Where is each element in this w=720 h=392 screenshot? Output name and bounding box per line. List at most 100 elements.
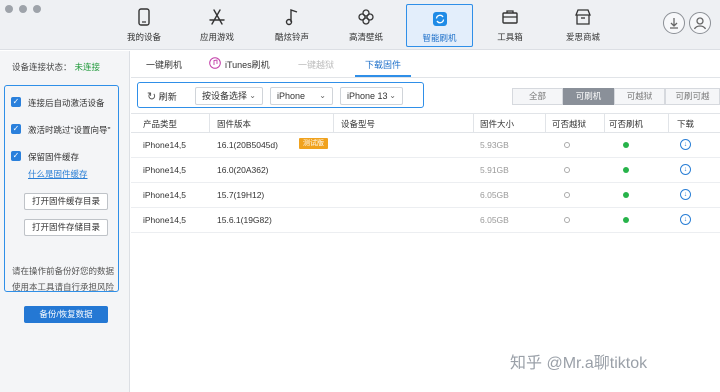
jailbreak-unavailable-indicator bbox=[564, 192, 570, 198]
warning-text: 请在操作前备份好您的数据 bbox=[12, 266, 115, 276]
window-close-button[interactable] bbox=[5, 5, 13, 13]
backup-restore-button[interactable]: 备份/恢复数据 bbox=[24, 306, 108, 323]
column-divider bbox=[209, 114, 210, 132]
tab-itunes-flash[interactable]: iTunes刷机 bbox=[225, 58, 270, 71]
download-manager-button[interactable] bbox=[663, 12, 685, 34]
refresh-icon: ↻ bbox=[147, 91, 157, 103]
open-cache-dir-button[interactable]: 打开固件缓存目录 bbox=[24, 193, 108, 210]
product-type: iPhone14,5 bbox=[143, 215, 187, 225]
nav-label: 高清壁纸 bbox=[348, 32, 383, 42]
col-device-model[interactable]: 设备型号 bbox=[341, 118, 375, 130]
column-divider bbox=[604, 114, 605, 132]
flash-available-indicator bbox=[623, 142, 629, 148]
jailbreak-unavailable-indicator bbox=[564, 217, 570, 223]
nav-label: 智能刷机 bbox=[422, 33, 457, 43]
col-firmware-version[interactable]: 固件版本 bbox=[217, 118, 251, 130]
nav-label: 应用游戏 bbox=[199, 32, 234, 42]
skip-setup-label: 激活时跳过"设置向导" bbox=[28, 125, 111, 135]
top-toolbar: 我的设备 应用游戏 酷炫铃声 高清壁纸 智能刷机 工具箱 爱思商城 bbox=[0, 0, 720, 50]
watermark: 知乎 @Mr.a聊tiktok bbox=[510, 355, 648, 372]
download-icon[interactable]: ↓ bbox=[680, 139, 691, 150]
firmware-size: 5.91GB bbox=[480, 165, 509, 175]
firmware-size: 6.05GB bbox=[480, 215, 509, 225]
firmware-size: 5.93GB bbox=[480, 140, 509, 150]
nav-my-device[interactable]: 我的设备 bbox=[113, 0, 175, 50]
nav-label: 我的设备 bbox=[126, 32, 161, 42]
product-type: iPhone14,5 bbox=[143, 190, 187, 200]
nav-smart-flash[interactable]: 智能刷机 bbox=[406, 4, 473, 47]
store-icon bbox=[575, 9, 591, 25]
jailbreak-unavailable-indicator bbox=[564, 142, 570, 148]
col-product-type[interactable]: 产品类型 bbox=[143, 118, 177, 130]
auto-activate-label: 连接后自动激活设备 bbox=[28, 98, 105, 108]
chevron-down-icon: ⌄ bbox=[249, 91, 256, 100]
download-icon[interactable]: ↓ bbox=[680, 164, 691, 175]
col-jailbreakable[interactable]: 可否越狱 bbox=[552, 118, 586, 130]
skip-setup-checkbox[interactable]: ✓ bbox=[11, 124, 21, 134]
flash-available-indicator bbox=[623, 167, 629, 173]
filter-both[interactable]: 可刷可越 bbox=[665, 88, 720, 105]
flash-available-indicator bbox=[623, 192, 629, 198]
column-divider bbox=[668, 114, 669, 132]
cache-info-link[interactable]: 什么是固件缓存 bbox=[28, 168, 88, 180]
toolbox-icon bbox=[502, 10, 518, 24]
product-type: iPhone14,5 bbox=[143, 140, 187, 150]
firmware-version: 16.1(20B5045d) bbox=[217, 140, 278, 150]
nav-toolbox[interactable]: 工具箱 bbox=[479, 0, 541, 50]
download-icon[interactable]: ↓ bbox=[680, 189, 691, 200]
active-tab-underline bbox=[355, 75, 411, 77]
tab-download-firmware[interactable]: 下载固件 bbox=[365, 58, 401, 71]
download-icon[interactable]: ↓ bbox=[680, 214, 691, 225]
nav-store[interactable]: 爱思商城 bbox=[552, 0, 614, 50]
chevron-down-icon: ⌄ bbox=[389, 91, 396, 100]
filter-jailbreakable[interactable]: 可越狱 bbox=[614, 88, 665, 105]
keep-cache-label: 保留固件缓存 bbox=[28, 152, 80, 162]
keep-cache-checkbox[interactable]: ✓ bbox=[11, 151, 21, 161]
status-value: 未连接 bbox=[74, 62, 101, 72]
device-select-dropdown[interactable]: 按设备选择 ⌄ bbox=[195, 87, 263, 105]
nav-label: 酷炫铃声 bbox=[274, 32, 309, 42]
flower-icon bbox=[358, 9, 374, 25]
jailbreak-unavailable-indicator bbox=[564, 167, 570, 173]
window-zoom-button[interactable] bbox=[33, 5, 41, 13]
beta-badge: 测试版 bbox=[299, 138, 328, 149]
download-icon bbox=[670, 18, 678, 29]
connection-status: 设备连接状态： 未连接 bbox=[12, 62, 101, 72]
phone-icon bbox=[138, 8, 150, 26]
column-divider bbox=[473, 114, 474, 132]
tab-jailbreak[interactable]: 一键越狱 bbox=[298, 58, 334, 71]
flash-available-indicator bbox=[623, 217, 629, 223]
nav-wallpapers[interactable]: 高清壁纸 bbox=[335, 0, 397, 50]
chevron-down-icon: ⌄ bbox=[319, 91, 326, 100]
warning-text: 使用本工具请自行承担风险 bbox=[12, 282, 115, 292]
open-store-dir-button[interactable]: 打开固件存储目录 bbox=[24, 219, 108, 236]
refresh-button[interactable]: ↻ 刷新 bbox=[147, 90, 177, 103]
window-minimize-button[interactable] bbox=[19, 5, 27, 13]
user-account-button[interactable] bbox=[689, 12, 711, 34]
options-box bbox=[4, 85, 119, 292]
model-dropdown[interactable]: iPhone 13 ⌄ bbox=[340, 87, 403, 105]
filter-flashable[interactable]: 可刷机 bbox=[563, 88, 614, 105]
refresh-icon bbox=[432, 12, 447, 26]
user-icon bbox=[693, 17, 707, 30]
app-store-icon bbox=[209, 9, 225, 25]
auto-activate-checkbox[interactable]: ✓ bbox=[11, 97, 21, 107]
tab-divider bbox=[131, 77, 720, 78]
nav-apps-games[interactable]: 应用游戏 bbox=[186, 0, 248, 50]
device-type-dropdown[interactable]: iPhone ⌄ bbox=[270, 87, 333, 105]
firmware-version: 16.0(20A362) bbox=[217, 165, 269, 175]
column-divider bbox=[545, 114, 546, 132]
music-note-icon bbox=[285, 9, 298, 26]
col-firmware-size[interactable]: 固件大小 bbox=[480, 118, 514, 130]
firmware-version: 15.6.1(19G82) bbox=[217, 215, 272, 225]
nav-ringtones[interactable]: 酷炫铃声 bbox=[261, 0, 323, 50]
col-flashable[interactable]: 可否刷机 bbox=[609, 118, 643, 130]
col-download[interactable]: 下载 bbox=[677, 118, 694, 130]
tab-one-click-flash[interactable]: 一键刷机 bbox=[146, 58, 182, 71]
refresh-label: 刷新 bbox=[158, 92, 177, 102]
filter-all[interactable]: 全部 bbox=[512, 88, 563, 105]
product-type: iPhone14,5 bbox=[143, 165, 187, 175]
firmware-version: 15.7(19H12) bbox=[217, 190, 265, 200]
column-divider bbox=[333, 114, 334, 132]
itunes-icon bbox=[209, 57, 221, 69]
